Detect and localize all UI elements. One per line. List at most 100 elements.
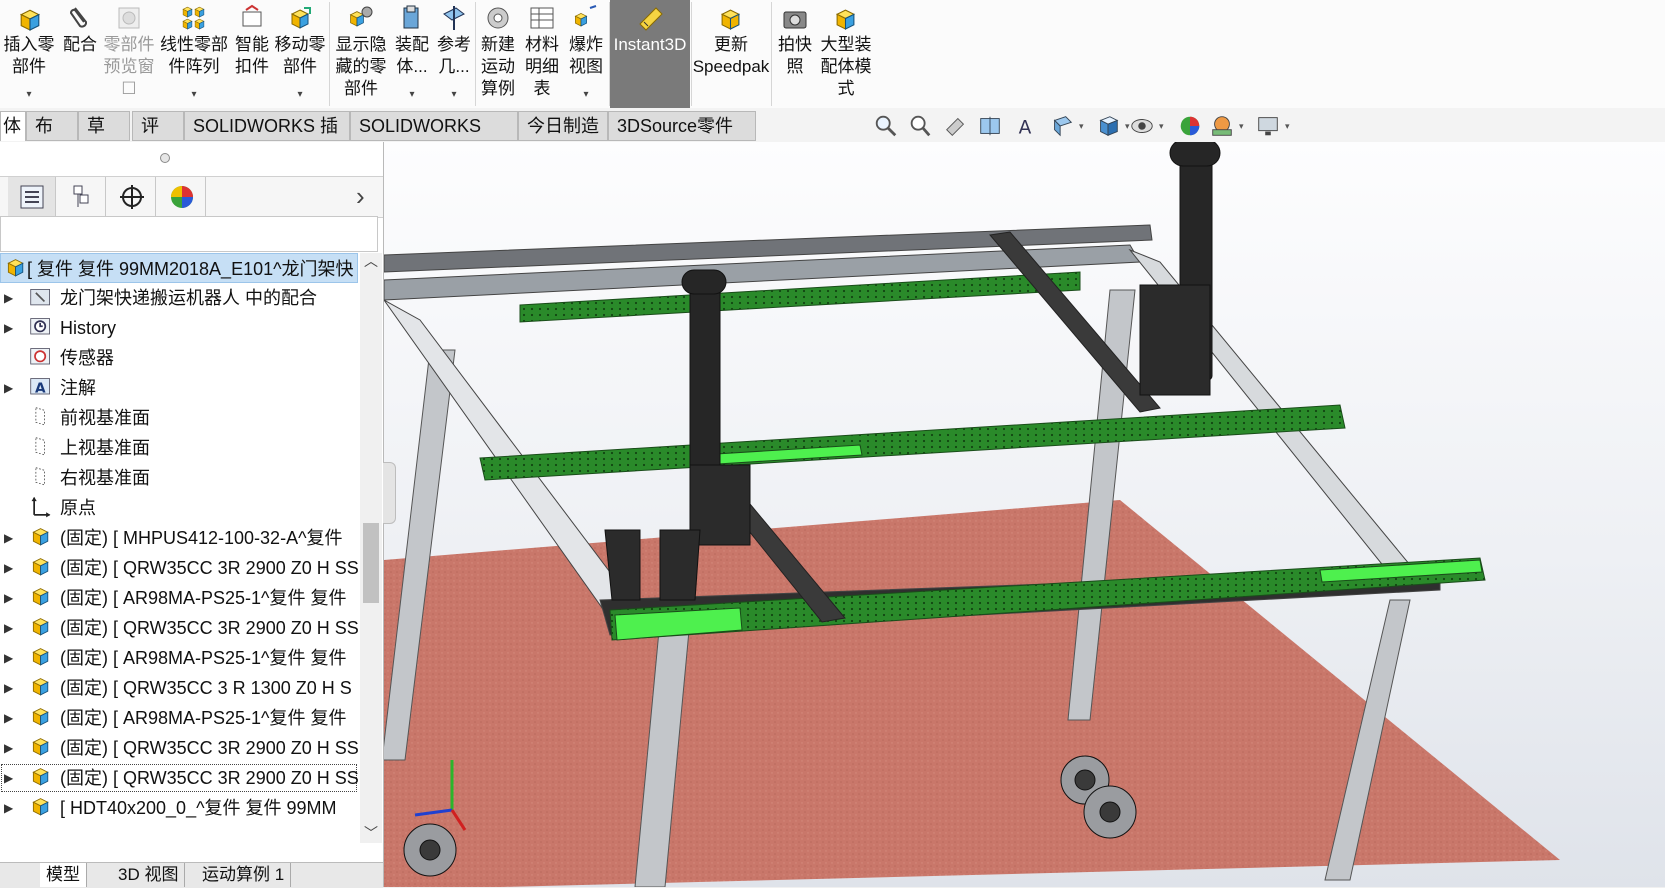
- tab-5[interactable]: SOLIDWORKS MBD: [350, 111, 518, 164]
- exploded-view-button[interactable]: 爆炸 视图 ▾: [564, 0, 608, 108]
- tree-item[interactable]: 右视基准面: [0, 463, 358, 493]
- bottom-tab-0[interactable]: 模型: [40, 863, 87, 887]
- hide-show-items-icon[interactable]: [1128, 113, 1156, 139]
- camera-icon: [781, 4, 809, 32]
- expand-arrow-icon[interactable]: ▶: [4, 793, 13, 823]
- tree-item-label: 注解: [60, 378, 96, 398]
- expand-arrow-icon[interactable]: ▶: [4, 523, 13, 553]
- bottom-tab-1[interactable]: 3D 视图: [112, 863, 186, 887]
- propertymanager-icon[interactable]: [58, 177, 106, 217]
- section-view-icon[interactable]: [976, 113, 1004, 139]
- smart-fasteners-button[interactable]: 智能 扣件: [230, 0, 274, 108]
- tree-item[interactable]: 前视基准面: [0, 403, 358, 433]
- display-manager-icon[interactable]: [158, 177, 206, 217]
- chevron-down-icon[interactable]: ▾: [1285, 121, 1290, 132]
- tree-item[interactable]: ▶ History: [0, 313, 358, 343]
- tree-scrollbar[interactable]: ︿ ﹀: [360, 253, 382, 843]
- new-motion-study-button[interactable]: 新建 运动 算例: [476, 0, 520, 108]
- insert-component-button[interactable]: 插入零 部件 ▾: [0, 0, 58, 108]
- view-settings-icon[interactable]: [1254, 113, 1282, 139]
- expand-arrow-icon[interactable]: ▶: [4, 643, 13, 673]
- panel-collapse-handle[interactable]: [160, 153, 170, 163]
- tab-4[interactable]: SOLIDWORKS 插件: [184, 111, 350, 164]
- dropdown-arrow-icon[interactable]: ▾: [409, 89, 414, 100]
- speedpak-button[interactable]: 更新 Speedpak: [692, 0, 770, 108]
- mates-folder-icon: [28, 286, 54, 310]
- zoom-to-fit-icon[interactable]: [872, 113, 900, 139]
- display-style-icon[interactable]: [1094, 113, 1122, 139]
- dropdown-arrow-icon[interactable]: ▾: [191, 89, 196, 100]
- edit-appearance-icon[interactable]: [1176, 113, 1204, 139]
- tab-1[interactable]: 布局: [26, 111, 78, 164]
- tab-2[interactable]: 草图: [78, 111, 130, 164]
- assembly-features-button[interactable]: 装配 体... ▾: [392, 0, 432, 108]
- scrollbar-thumb[interactable]: [363, 523, 379, 603]
- featuremanager-tree-icon[interactable]: [8, 177, 56, 217]
- tree-item-label: 右视基准面: [60, 468, 150, 488]
- instant3d-icon: [636, 4, 664, 32]
- graphics-viewport[interactable]: [384, 142, 1665, 887]
- tree-item[interactable]: ▶ (固定) [ AR98MA-PS25-1^复件 复件: [0, 583, 358, 613]
- view-orientation-icon[interactable]: [1048, 113, 1076, 139]
- chevron-down-icon[interactable]: ▾: [1239, 121, 1244, 132]
- linear-pattern-button[interactable]: 线性零部 件阵列 ▾: [158, 0, 230, 108]
- dropdown-arrow-icon[interactable]: ▾: [297, 89, 302, 100]
- large-assembly-button[interactable]: 大型装 配体模 式: [818, 0, 874, 108]
- gantry-robot-model[interactable]: [384, 142, 1665, 887]
- mate-button[interactable]: 配合: [58, 0, 102, 108]
- expand-arrow-icon[interactable]: ▶: [4, 763, 13, 793]
- expand-arrow-icon[interactable]: ▶: [4, 673, 13, 703]
- tab-0[interactable]: 体: [0, 111, 26, 141]
- expand-arrow-icon[interactable]: ▶: [4, 373, 13, 403]
- tree-item[interactable]: ▶ (固定) [ QRW35CC 3R 2900 Z0 H SS: [0, 553, 358, 583]
- dynamic-annotation-icon[interactable]: A: [1012, 113, 1040, 139]
- expand-arrow-icon[interactable]: ▶: [4, 313, 13, 343]
- snapshot-button[interactable]: 拍快 照: [772, 0, 818, 108]
- chevron-down-icon[interactable]: ▾: [1079, 121, 1084, 132]
- tree-root-assembly[interactable]: [ 复件 复件 99MM2018A_E101^龙门架快: [0, 253, 358, 283]
- apply-scene-icon[interactable]: [1208, 113, 1236, 139]
- svg-text:A: A: [1019, 117, 1032, 138]
- tree-item[interactable]: ▶ (固定) [ QRW35CC 3R 2900 Z0 H SS: [0, 733, 358, 763]
- tree-item[interactable]: ▶ (固定) [ AR98MA-PS25-1^复件 复件: [0, 643, 358, 673]
- move-component-button[interactable]: 移动零 部件 ▾: [274, 0, 326, 108]
- tab-6[interactable]: 今日制造: [518, 111, 608, 141]
- chevron-down-icon[interactable]: ▾: [1159, 121, 1164, 132]
- tree-filter-box[interactable]: [0, 216, 378, 252]
- expand-arrow-icon[interactable]: ▶: [4, 553, 13, 583]
- show-hidden-button[interactable]: 显示隐 藏的零 部件: [330, 0, 392, 108]
- tree-item[interactable]: 原点: [0, 493, 358, 523]
- tree-item[interactable]: 传感器: [0, 343, 358, 373]
- panel-more-chevron-icon[interactable]: ›: [356, 181, 365, 212]
- dropdown-arrow-icon[interactable]: ▾: [26, 89, 31, 100]
- tree-item[interactable]: ▶ (固定) [ QRW35CC 3R 2900 Z0 H SS: [0, 613, 358, 643]
- tree-item[interactable]: ▶ (固定) [ QRW35CC 3 R 1300 Z0 H S: [0, 673, 358, 703]
- previous-view-icon[interactable]: [942, 113, 970, 139]
- scroll-up-arrow-icon[interactable]: ︿: [364, 251, 378, 271]
- expand-arrow-icon[interactable]: ▶: [4, 703, 13, 733]
- dropdown-arrow-icon[interactable]: ▾: [451, 89, 456, 100]
- scroll-down-arrow-icon[interactable]: ﹀: [364, 823, 378, 843]
- tab-3[interactable]: 评估: [132, 111, 184, 164]
- component-preview-button[interactable]: 零部件 预览窗 ☐: [100, 0, 158, 108]
- expand-arrow-icon[interactable]: ▶: [4, 733, 13, 763]
- dropdown-arrow-icon[interactable]: ▾: [583, 89, 588, 100]
- expand-arrow-icon[interactable]: ▶: [4, 283, 13, 313]
- expand-arrow-icon[interactable]: ▶: [4, 583, 13, 613]
- bottom-tab-2[interactable]: 运动算例 1: [196, 863, 292, 887]
- reference-geometry-button[interactable]: 参考 几... ▾: [432, 0, 476, 108]
- tree-item[interactable]: ▶ A 注解: [0, 373, 358, 403]
- tree-item[interactable]: ▶ [ HDT40x200_0_^复件 复件 99MM: [0, 793, 358, 823]
- viewport-side-toggle[interactable]: [383, 462, 396, 524]
- instant3d-button[interactable]: Instant3D: [610, 0, 690, 108]
- tree-item[interactable]: ▶ 龙门架快递搬运机器人 中的配合: [0, 283, 358, 313]
- configurationmanager-icon[interactable]: [108, 177, 156, 217]
- tree-item[interactable]: ▶ (固定) [ AR98MA-PS25-1^复件 复件: [0, 703, 358, 733]
- tab-7[interactable]: 3DSource零件库: [608, 111, 756, 164]
- expand-arrow-icon[interactable]: ▶: [4, 613, 13, 643]
- bom-button[interactable]: 材料 明细 表: [520, 0, 564, 108]
- zoom-area-icon[interactable]: [906, 113, 934, 139]
- tree-item[interactable]: ▶ (固定) [ MHPUS412-100-32-A^复件: [0, 523, 358, 553]
- tree-item[interactable]: ▶ (固定) [ QRW35CC 3R 2900 Z0 H SS: [0, 763, 358, 793]
- tree-item[interactable]: 上视基准面: [0, 433, 358, 463]
